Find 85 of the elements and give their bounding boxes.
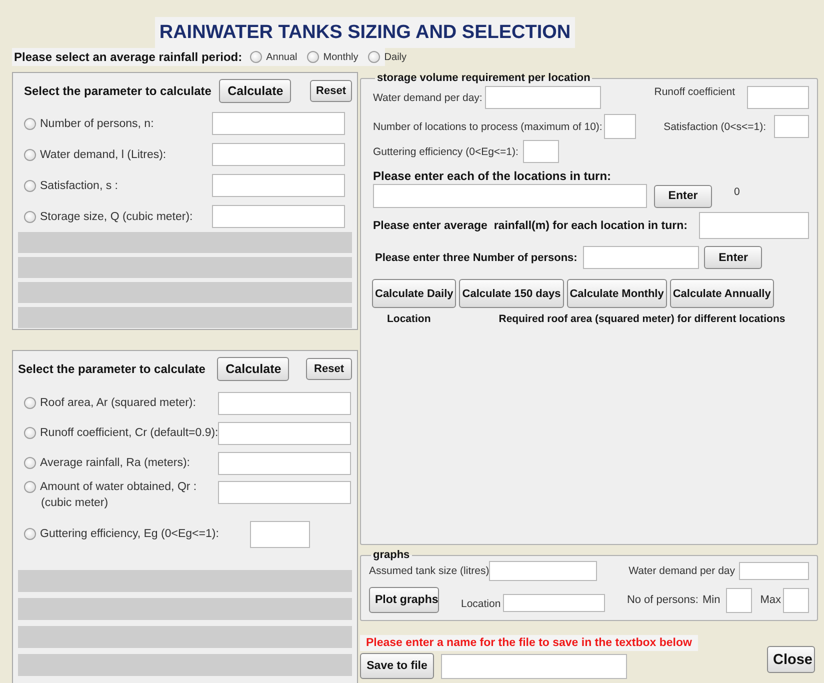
radio-button[interactable]: [24, 528, 36, 540]
text-field[interactable]: [218, 452, 351, 474]
option-label: Monthly: [323, 52, 358, 62]
radio-button[interactable]: [24, 210, 36, 222]
radio-button[interactable]: [24, 148, 36, 160]
prompt-label: Please select an average rainfall period:: [14, 50, 242, 64]
text-field[interactable]: [250, 520, 310, 548]
text-field[interactable]: [489, 561, 598, 581]
text-field[interactable]: [218, 481, 351, 504]
radio-button[interactable]: [250, 51, 262, 63]
calculate-button[interactable]: Calculate Annually: [670, 279, 774, 308]
field-label: Please enter three Number of persons:: [375, 252, 578, 264]
radio-button[interactable]: [24, 481, 36, 493]
radio-button[interactable]: [24, 457, 36, 469]
section-heading: Select the parameter to calculate: [24, 84, 212, 98]
warning-message: Please enter a name for the file to save in the textbox below: [360, 635, 698, 651]
field-label: Runoff coefficient: [654, 86, 735, 98]
group-title: graphs: [372, 549, 411, 561]
option-label: Annual: [266, 52, 298, 62]
counter-label: 0: [734, 186, 740, 198]
radio-button[interactable]: [368, 51, 380, 63]
calculate-button[interactable]: Calculate Daily: [372, 279, 456, 308]
option-note: (cubic meter): [41, 497, 110, 509]
reset-button[interactable]: Reset: [306, 358, 352, 380]
option-label: Satisfaction, s :: [40, 180, 118, 192]
text-field[interactable]: [783, 588, 809, 612]
radio-button[interactable]: [307, 51, 320, 63]
field-label: Max: [760, 594, 781, 606]
text-field[interactable]: [212, 205, 345, 228]
field-label: Min: [702, 594, 720, 606]
text-field[interactable]: [218, 392, 351, 414]
field-label: Number of locations to process (maximum of 10):: [373, 120, 602, 132]
location-field[interactable]: [373, 184, 647, 208]
text-field[interactable]: [212, 112, 345, 135]
text-field[interactable]: [485, 86, 602, 109]
text-field[interactable]: [726, 588, 752, 612]
field-label: Water demand per day:: [373, 92, 482, 104]
column-header: Required roof area (squared meter) for different locations: [498, 313, 786, 325]
column-header: Location: [387, 313, 431, 325]
filename-field[interactable]: [441, 654, 627, 678]
text-field[interactable]: [604, 114, 636, 139]
section-heading: Please enter each of the locations in turn:: [373, 169, 612, 183]
calculate-button[interactable]: Calculate: [217, 357, 290, 381]
option-label: Water demand, l (Litres):: [40, 148, 166, 160]
option-label: Roof area, Ar (squared meter):: [40, 397, 196, 409]
radio-button[interactable]: [24, 427, 36, 439]
group-title: storage volume requirement per location: [376, 72, 592, 84]
text-field[interactable]: [774, 115, 809, 138]
option-label: Average rainfall, Ra (meters):: [40, 457, 190, 469]
text-field[interactable]: [739, 562, 809, 580]
field-label: Water demand per day: [628, 565, 735, 577]
field-label: Satisfaction (0<s<=1):: [664, 120, 766, 132]
app-title: RAINWATER TANKS SIZING AND SELECTION: [155, 17, 575, 48]
field-label: Assumed tank size (litres): [369, 565, 490, 577]
option-label: Daily: [384, 52, 407, 62]
text-field[interactable]: [212, 143, 345, 166]
radio-button[interactable]: [24, 180, 36, 192]
text-field[interactable]: [502, 594, 605, 612]
text-field[interactable]: [699, 212, 809, 239]
calculate-button[interactable]: Calculate: [219, 79, 292, 103]
radio-button[interactable]: [24, 118, 36, 130]
radio-button[interactable]: [24, 397, 36, 409]
close-button[interactable]: Close: [767, 646, 815, 673]
option-label: Number of persons, n:: [40, 118, 154, 130]
option-label: Guttering efficiency, Eg (0<Eg<=1):: [40, 528, 219, 540]
field-label: Location: [461, 598, 501, 610]
calculate-button[interactable]: Calculate Monthly: [566, 279, 667, 308]
plot-button[interactable]: Plot graphs: [369, 587, 439, 613]
text-field[interactable]: [583, 246, 700, 269]
text-field[interactable]: [212, 174, 345, 197]
field-label: No of persons:: [626, 594, 698, 606]
text-field[interactable]: [218, 422, 351, 444]
enter-button[interactable]: Enter: [704, 246, 762, 269]
text-field[interactable]: [523, 140, 560, 163]
field-label: Guttering efficiency (0<Eg<=1):: [373, 146, 518, 158]
text-field[interactable]: [747, 86, 809, 109]
option-label: Amount of water obtained, Qr :: [40, 481, 197, 493]
enter-button[interactable]: Enter: [654, 184, 712, 208]
section-heading: Select the parameter to calculate: [18, 362, 206, 376]
save-button[interactable]: Save to file: [360, 653, 434, 679]
field-label: Please enter average rainfall(m) for each location in turn:: [373, 220, 688, 232]
calculate-button[interactable]: Calculate 150 days: [459, 279, 564, 308]
option-label: Storage size, Q (cubic meter):: [40, 210, 193, 222]
option-label: Runoff coefficient, Cr (default=0.9):: [40, 427, 218, 439]
reset-button[interactable]: Reset: [310, 80, 352, 102]
